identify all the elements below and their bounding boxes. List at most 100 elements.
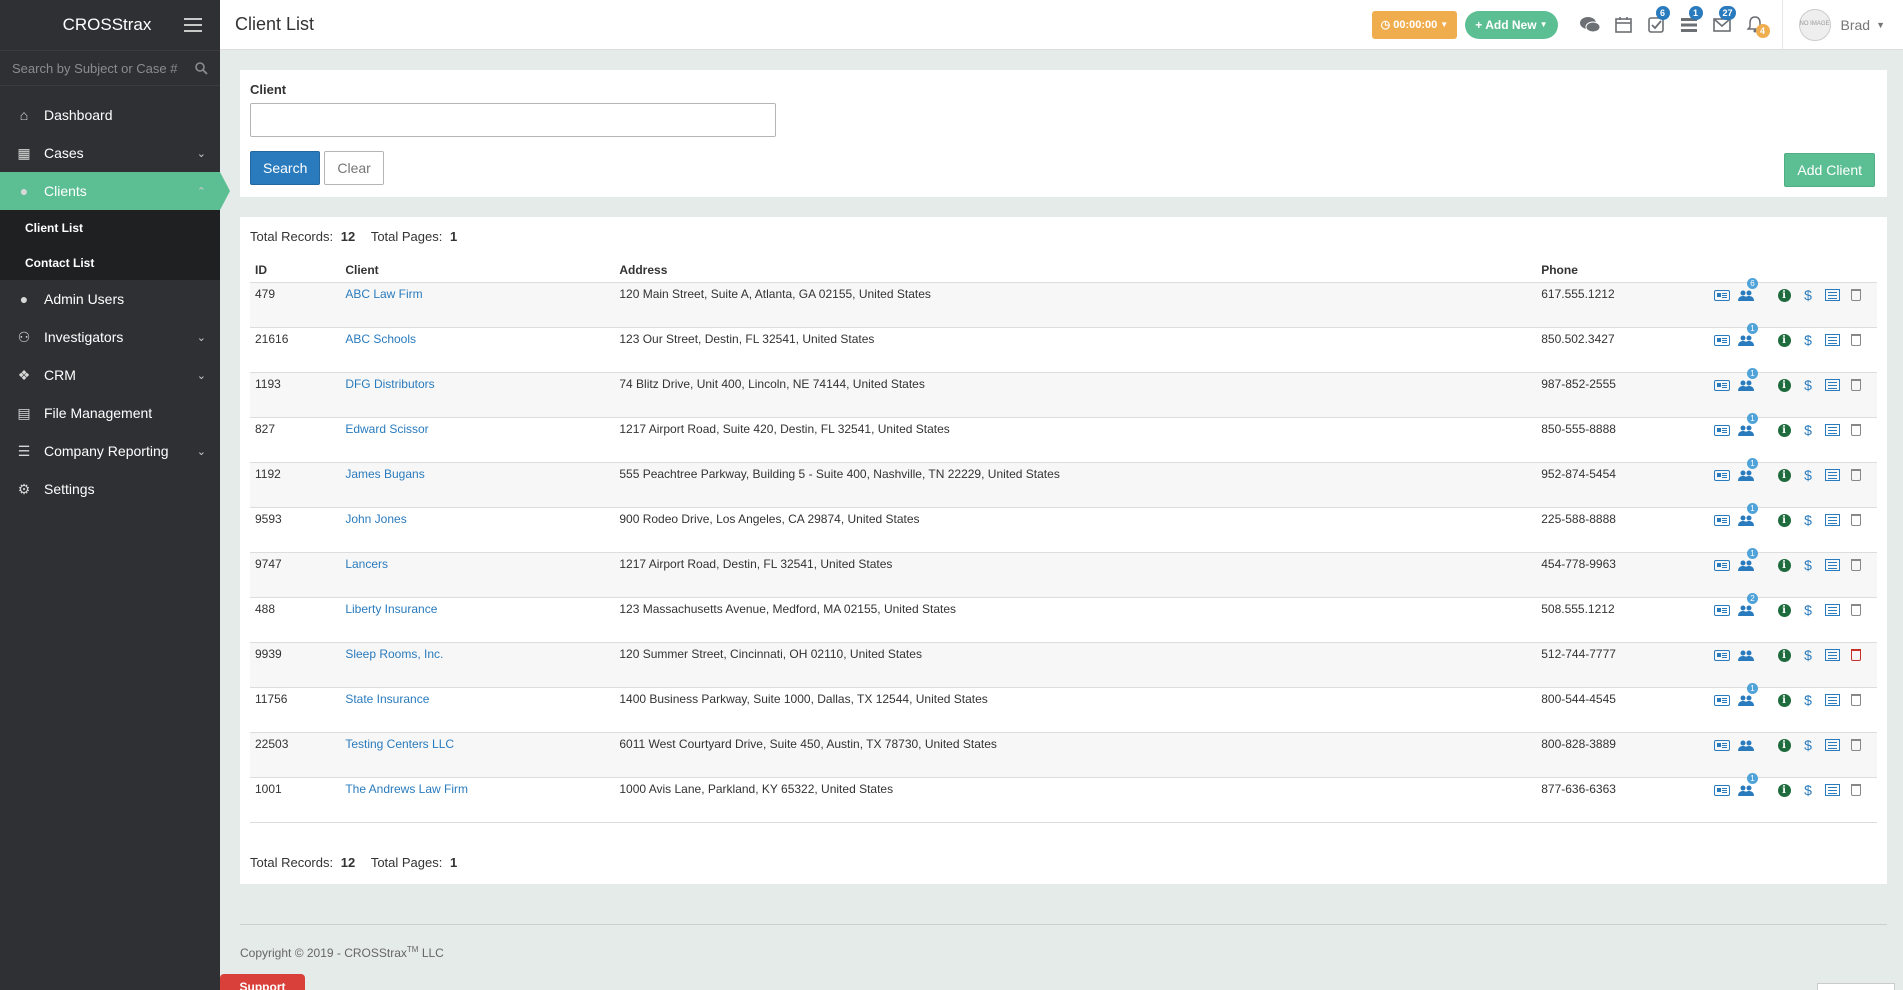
list-details-icon[interactable]: [1820, 332, 1844, 348]
id-card-icon[interactable]: [1710, 647, 1734, 663]
billing-dollar-icon[interactable]: $: [1796, 287, 1820, 303]
sidebar-item-company-reporting[interactable]: ☰ Company Reporting ⌄: [0, 432, 220, 470]
timer-button[interactable]: ◷ 00:00:00 ▼: [1371, 10, 1458, 39]
list-details-icon[interactable]: [1820, 377, 1844, 393]
info-icon[interactable]: i: [1772, 332, 1796, 348]
info-icon[interactable]: i: [1772, 557, 1796, 573]
contacts-icon[interactable]: 1: [1734, 323, 1758, 348]
contacts-icon[interactable]: 1: [1734, 548, 1758, 573]
column-header-client[interactable]: Client: [340, 258, 615, 283]
contacts-icon[interactable]: [1734, 737, 1758, 753]
contacts-icon[interactable]: [1734, 647, 1758, 663]
list-details-icon[interactable]: [1820, 422, 1844, 438]
billing-dollar-icon[interactable]: $: [1796, 692, 1820, 708]
id-card-icon[interactable]: [1710, 377, 1734, 393]
client-link[interactable]: Liberty Insurance: [345, 602, 437, 616]
sidebar-item-settings[interactable]: ⚙ Settings: [0, 470, 220, 508]
info-icon[interactable]: i: [1772, 737, 1796, 753]
info-icon[interactable]: i: [1772, 512, 1796, 528]
billing-dollar-icon[interactable]: $: [1796, 467, 1820, 483]
trash-icon[interactable]: [1844, 467, 1868, 483]
list-details-icon[interactable]: [1820, 602, 1844, 618]
info-icon[interactable]: i: [1772, 692, 1796, 708]
trash-icon[interactable]: [1844, 647, 1868, 663]
contacts-icon[interactable]: 2: [1734, 593, 1758, 618]
sidebar-subitem-contact-list[interactable]: Contact List: [0, 245, 220, 280]
mail-icon[interactable]: 27: [1706, 0, 1739, 50]
billing-dollar-icon[interactable]: $: [1796, 332, 1820, 348]
id-card-icon[interactable]: [1710, 467, 1734, 483]
billing-dollar-icon[interactable]: $: [1796, 557, 1820, 573]
id-card-icon[interactable]: [1710, 287, 1734, 303]
billing-dollar-icon[interactable]: $: [1796, 602, 1820, 618]
corner-widget[interactable]: [1817, 983, 1895, 990]
trash-icon[interactable]: [1844, 557, 1868, 573]
id-card-icon[interactable]: [1710, 557, 1734, 573]
sidebar-search-input[interactable]: Search by Subject or Case #: [12, 61, 195, 76]
trash-icon[interactable]: [1844, 377, 1868, 393]
client-search-input[interactable]: [250, 103, 776, 137]
trash-icon[interactable]: [1844, 422, 1868, 438]
add-client-button[interactable]: Add Client: [1784, 153, 1875, 187]
clear-button[interactable]: Clear: [324, 151, 384, 185]
menu-toggle-icon[interactable]: [184, 18, 202, 32]
client-link[interactable]: State Insurance: [345, 692, 429, 706]
search-icon[interactable]: [195, 61, 208, 75]
list-details-icon[interactable]: [1820, 287, 1844, 303]
id-card-icon[interactable]: [1710, 422, 1734, 438]
sidebar-item-file-management[interactable]: ▤ File Management: [0, 394, 220, 432]
client-link[interactable]: ABC Law Firm: [345, 287, 422, 301]
sidebar-subitem-client-list[interactable]: Client List: [0, 210, 220, 245]
client-link[interactable]: The Andrews Law Firm: [345, 782, 468, 796]
column-header-address[interactable]: Address: [614, 258, 1537, 283]
client-link[interactable]: James Bugans: [345, 467, 424, 481]
list-icon[interactable]: 1: [1673, 0, 1706, 50]
trash-icon[interactable]: [1844, 602, 1868, 618]
trash-icon[interactable]: [1844, 287, 1868, 303]
client-link[interactable]: Sleep Rooms, Inc.: [345, 647, 443, 661]
sidebar-item-clients[interactable]: ● Clients ⌃: [0, 172, 230, 210]
list-details-icon[interactable]: [1820, 557, 1844, 573]
list-details-icon[interactable]: [1820, 737, 1844, 753]
trash-icon[interactable]: [1844, 332, 1868, 348]
search-button[interactable]: Search: [250, 151, 321, 185]
trash-icon[interactable]: [1844, 512, 1868, 528]
id-card-icon[interactable]: [1710, 692, 1734, 708]
client-link[interactable]: Lancers: [345, 557, 388, 571]
billing-dollar-icon[interactable]: $: [1796, 782, 1820, 798]
calendar-icon[interactable]: [1607, 0, 1640, 50]
client-link[interactable]: John Jones: [345, 512, 406, 526]
id-card-icon[interactable]: [1710, 332, 1734, 348]
list-details-icon[interactable]: [1820, 467, 1844, 483]
client-link[interactable]: ABC Schools: [345, 332, 416, 346]
list-details-icon[interactable]: [1820, 782, 1844, 798]
sidebar-search[interactable]: Search by Subject or Case #: [0, 50, 220, 86]
contacts-icon[interactable]: 1: [1734, 503, 1758, 528]
billing-dollar-icon[interactable]: $: [1796, 737, 1820, 753]
info-icon[interactable]: i: [1772, 647, 1796, 663]
user-menu[interactable]: NO IMAGE Brad ▼: [1781, 0, 1903, 50]
billing-dollar-icon[interactable]: $: [1796, 377, 1820, 393]
info-icon[interactable]: i: [1772, 287, 1796, 303]
sidebar-item-dashboard[interactable]: ⌂ Dashboard: [0, 96, 220, 134]
column-header-phone[interactable]: Phone: [1536, 258, 1705, 283]
trash-icon[interactable]: [1844, 737, 1868, 753]
info-icon[interactable]: i: [1772, 782, 1796, 798]
notifications-icon[interactable]: 4: [1739, 0, 1772, 50]
sidebar-item-investigators[interactable]: ⚇ Investigators ⌄: [0, 318, 220, 356]
info-icon[interactable]: i: [1772, 422, 1796, 438]
trash-icon[interactable]: [1844, 692, 1868, 708]
add-new-button[interactable]: + Add New ▼: [1465, 10, 1558, 39]
sidebar-item-crm[interactable]: ❖ CRM ⌄: [0, 356, 220, 394]
contacts-icon[interactable]: 1: [1734, 458, 1758, 483]
list-details-icon[interactable]: [1820, 647, 1844, 663]
billing-dollar-icon[interactable]: $: [1796, 422, 1820, 438]
info-icon[interactable]: i: [1772, 467, 1796, 483]
list-details-icon[interactable]: [1820, 692, 1844, 708]
billing-dollar-icon[interactable]: $: [1796, 647, 1820, 663]
chat-icon[interactable]: [1574, 0, 1607, 50]
trash-icon[interactable]: [1844, 782, 1868, 798]
id-card-icon[interactable]: [1710, 512, 1734, 528]
contacts-icon[interactable]: 1: [1734, 683, 1758, 708]
client-link[interactable]: Testing Centers LLC: [345, 737, 454, 751]
